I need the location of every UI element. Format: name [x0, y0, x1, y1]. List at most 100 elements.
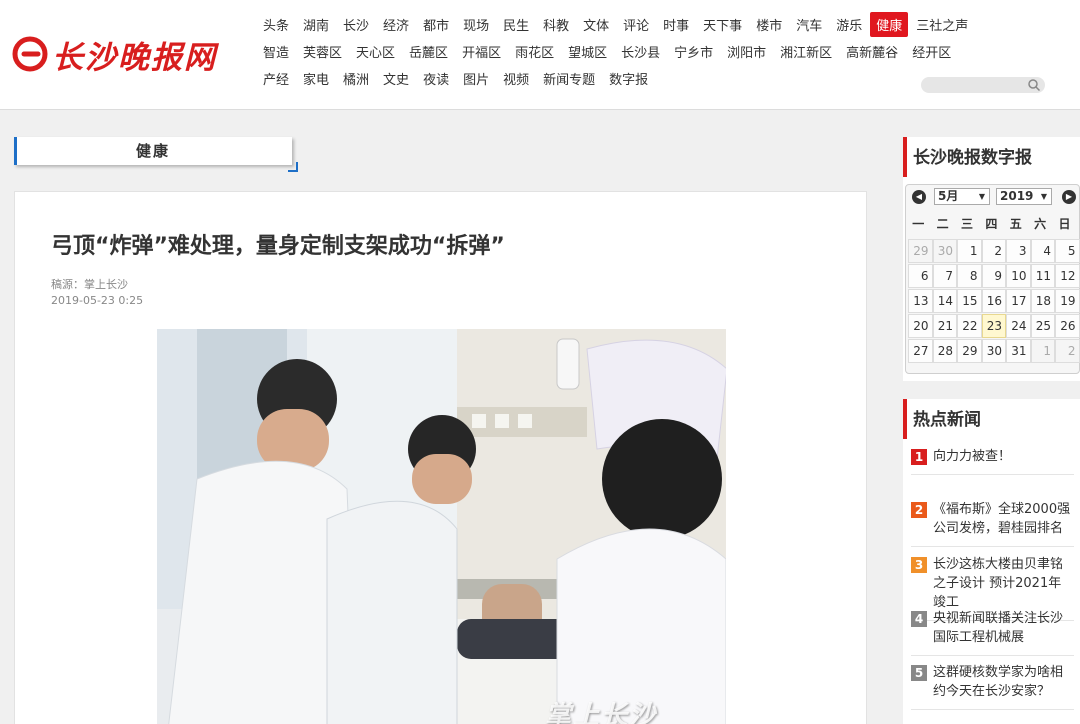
calendar-day[interactable]: 3 [1006, 239, 1031, 263]
calendar-day[interactable]: 1 [957, 239, 982, 263]
calendar-day[interactable]: 5 [1055, 239, 1080, 263]
hot-news-link[interactable]: 向力力被查！ [933, 447, 1074, 466]
calendar-day[interactable]: 23 [981, 314, 1006, 338]
nav-item[interactable]: 望城区 [562, 39, 613, 64]
month-select[interactable]: 5月 ▼ [934, 188, 990, 205]
calendar-day[interactable]: 6 [908, 264, 933, 288]
calendar-day[interactable]: 25 [1030, 314, 1055, 338]
site-logo[interactable]: 长沙晚报网 [12, 30, 222, 76]
calendar-day[interactable]: 27 [908, 339, 933, 363]
hot-news-item[interactable]: 1 向力力被查！ [911, 447, 1074, 475]
nav-item[interactable]: 现场 [457, 12, 495, 37]
calendar-day[interactable]: 31 [1006, 339, 1031, 363]
nav-item[interactable]: 夜读 [417, 66, 455, 91]
hot-news-link[interactable]: 《福布斯》全球2000强公司发榜，碧桂园排名 [933, 500, 1074, 538]
hot-news-link[interactable]: 这群硬核数学家为啥相约今天在长沙安家？ [933, 663, 1074, 701]
calendar-day[interactable]: 8 [957, 264, 982, 288]
hospital-scene-illustration [157, 329, 726, 724]
nav-item[interactable]: 长沙县 [615, 39, 666, 64]
nav-item[interactable]: 都市 [417, 12, 455, 37]
nav-item[interactable]: 楼市 [750, 12, 788, 37]
nav-item[interactable]: 经开区 [906, 39, 957, 64]
nav-item[interactable]: 视频 [497, 66, 535, 91]
calendar-day[interactable]: 1 [1030, 339, 1055, 363]
nav-item[interactable]: 民生 [497, 12, 535, 37]
nav-item[interactable]: 数字报 [603, 66, 654, 91]
calendar-day[interactable]: 12 [1055, 264, 1080, 288]
nav-item[interactable]: 汽车 [790, 12, 828, 37]
hot-news-link[interactable]: 长沙这栋大楼由贝聿铭之子设计 预计2021年竣工 [933, 555, 1074, 612]
calendar-day[interactable]: 21 [932, 314, 957, 338]
hot-news-item[interactable]: 2 《福布斯》全球2000强公司发榜，碧桂园排名 [911, 500, 1074, 547]
channel-label: 健康 [135, 142, 170, 160]
calendar-day[interactable]: 16 [981, 289, 1006, 313]
search-icon[interactable] [1027, 78, 1041, 92]
nav-item[interactable]: 岳麓区 [403, 39, 454, 64]
calendar-day[interactable]: 18 [1030, 289, 1055, 313]
nav-item[interactable]: 文史 [377, 66, 415, 91]
calendar-day[interactable]: 26 [1055, 314, 1080, 338]
nav-item[interactable]: 雨花区 [509, 39, 560, 64]
nav-item[interactable]: 浏阳市 [721, 39, 772, 64]
nav-item[interactable]: 游乐 [830, 12, 868, 37]
nav-item[interactable]: 智造 [257, 39, 295, 64]
nav-item[interactable]: 时事 [657, 12, 695, 37]
calendar-day[interactable]: 2 [981, 239, 1006, 263]
nav-item[interactable]: 家电 [297, 66, 335, 91]
calendar-day[interactable]: 19 [1055, 289, 1080, 313]
hot-news-item[interactable]: 5 这群硬核数学家为啥相约今天在长沙安家？ [911, 663, 1074, 710]
next-month-icon[interactable]: ▶ [1062, 190, 1076, 204]
calendar-day[interactable]: 24 [1006, 314, 1031, 338]
calendar-day[interactable]: 9 [981, 264, 1006, 288]
nav-item[interactable]: 新闻专题 [537, 66, 601, 91]
calendar-day[interactable]: 17 [1006, 289, 1031, 313]
year-select[interactable]: 2019 ▼ [996, 188, 1052, 205]
channel-tab: 健康 [14, 137, 298, 172]
calendar-day[interactable]: 22 [957, 314, 982, 338]
nav-item[interactable]: 健康 [870, 12, 909, 37]
nav-item[interactable]: 橘洲 [337, 66, 375, 91]
nav-item[interactable]: 天心区 [350, 39, 401, 64]
nav-item[interactable]: 科教 [537, 12, 575, 37]
calendar-day[interactable]: 29 [957, 339, 982, 363]
calendar-day[interactable]: 4 [1030, 239, 1055, 263]
nav-item[interactable]: 文体 [577, 12, 615, 37]
nav-item[interactable]: 宁乡市 [668, 39, 719, 64]
year-select-value: 2019 [1000, 189, 1034, 203]
nav-item[interactable]: 长沙 [337, 12, 375, 37]
search-box [921, 77, 1045, 97]
nav-item[interactable]: 头条 [257, 12, 295, 37]
calendar-day[interactable]: 30 [932, 239, 957, 263]
article-date: 2019-05-23 0:25 [51, 294, 144, 307]
nav-item[interactable]: 经济 [377, 12, 415, 37]
calendar-day[interactable]: 30 [981, 339, 1006, 363]
calendar-day[interactable]: 20 [908, 314, 933, 338]
hot-news-item[interactable]: 4 央视新闻联播关注长沙国际工程机械展 [911, 609, 1074, 656]
nav-item[interactable]: 高新麓谷 [840, 39, 904, 64]
hot-news-link[interactable]: 央视新闻联播关注长沙国际工程机械展 [933, 609, 1074, 647]
calendar-day[interactable]: 2 [1055, 339, 1080, 363]
nav-item[interactable]: 湖南 [297, 12, 335, 37]
calendar-day[interactable]: 14 [932, 289, 957, 313]
calendar-days: 29 30 1 2 3 4 5 6 7 8 9 10 11 12 13 14 15 16 17 18 19 20 21 22 2… [908, 239, 1080, 364]
prev-month-icon[interactable]: ◀ [912, 190, 926, 204]
nav-item[interactable]: 三社之声 [910, 12, 974, 37]
calendar-day[interactable]: 28 [932, 339, 957, 363]
calendar-day[interactable]: 7 [932, 264, 957, 288]
nav-item[interactable]: 图片 [457, 66, 495, 91]
article-photo: 掌上长沙 [157, 329, 726, 724]
nav-item[interactable]: 芙蓉区 [297, 39, 348, 64]
nav-item[interactable]: 开福区 [456, 39, 507, 64]
search-input[interactable] [921, 81, 1021, 97]
nav-item[interactable]: 天下事 [697, 12, 748, 37]
calendar-day[interactable]: 15 [957, 289, 982, 313]
nav-item[interactable]: 评论 [617, 12, 655, 37]
calendar-week-row: 6 7 8 9 10 11 12 [908, 264, 1080, 289]
calendar-day[interactable]: 10 [1006, 264, 1031, 288]
nav-item[interactable]: 产经 [257, 66, 295, 91]
calendar-day[interactable]: 13 [908, 289, 933, 313]
calendar-day[interactable]: 11 [1030, 264, 1055, 288]
nav-item[interactable]: 湘江新区 [774, 39, 838, 64]
calendar: ◀ 5月 ▼ 2019 ▼ ▶ 一二三四五六日 29 30 1 2 3 4 5 6 7 8 9 10 1… [905, 184, 1080, 374]
calendar-day[interactable]: 29 [908, 239, 933, 263]
